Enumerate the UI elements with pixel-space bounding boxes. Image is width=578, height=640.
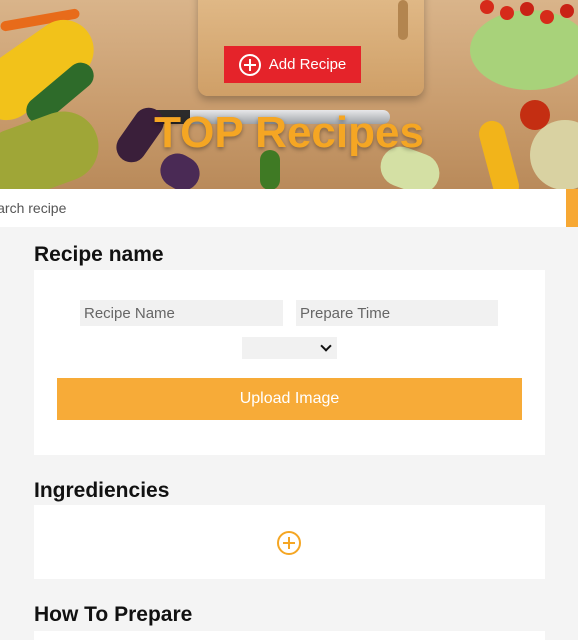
prepare-card: [34, 631, 545, 640]
add-ingredient-icon[interactable]: [277, 531, 301, 555]
search-bar: [0, 189, 578, 227]
how-to-prepare-heading: How To Prepare: [34, 603, 193, 626]
recipe-name-heading: Recipe name: [34, 243, 164, 266]
prepare-time-input[interactable]: [296, 300, 498, 326]
add-recipe-button[interactable]: Add Recipe: [224, 46, 361, 83]
recipe-name-input[interactable]: [80, 300, 283, 326]
ingredients-heading: Ingrediencies: [34, 479, 170, 502]
plus-circle-icon: [238, 53, 261, 76]
search-input[interactable]: [0, 189, 566, 227]
recipe-details-card: Upload Image: [34, 270, 545, 455]
upload-image-button[interactable]: Upload Image: [57, 378, 522, 420]
hero-banner: Add Recipe TOP Recipes: [0, 0, 578, 189]
ingredients-card: [34, 505, 545, 579]
chevron-down-icon: [320, 340, 332, 352]
page-title: TOP Recipes: [154, 108, 424, 157]
search-button[interactable]: [566, 189, 578, 227]
category-select[interactable]: [242, 337, 337, 359]
add-recipe-label: Add Recipe: [268, 56, 347, 73]
